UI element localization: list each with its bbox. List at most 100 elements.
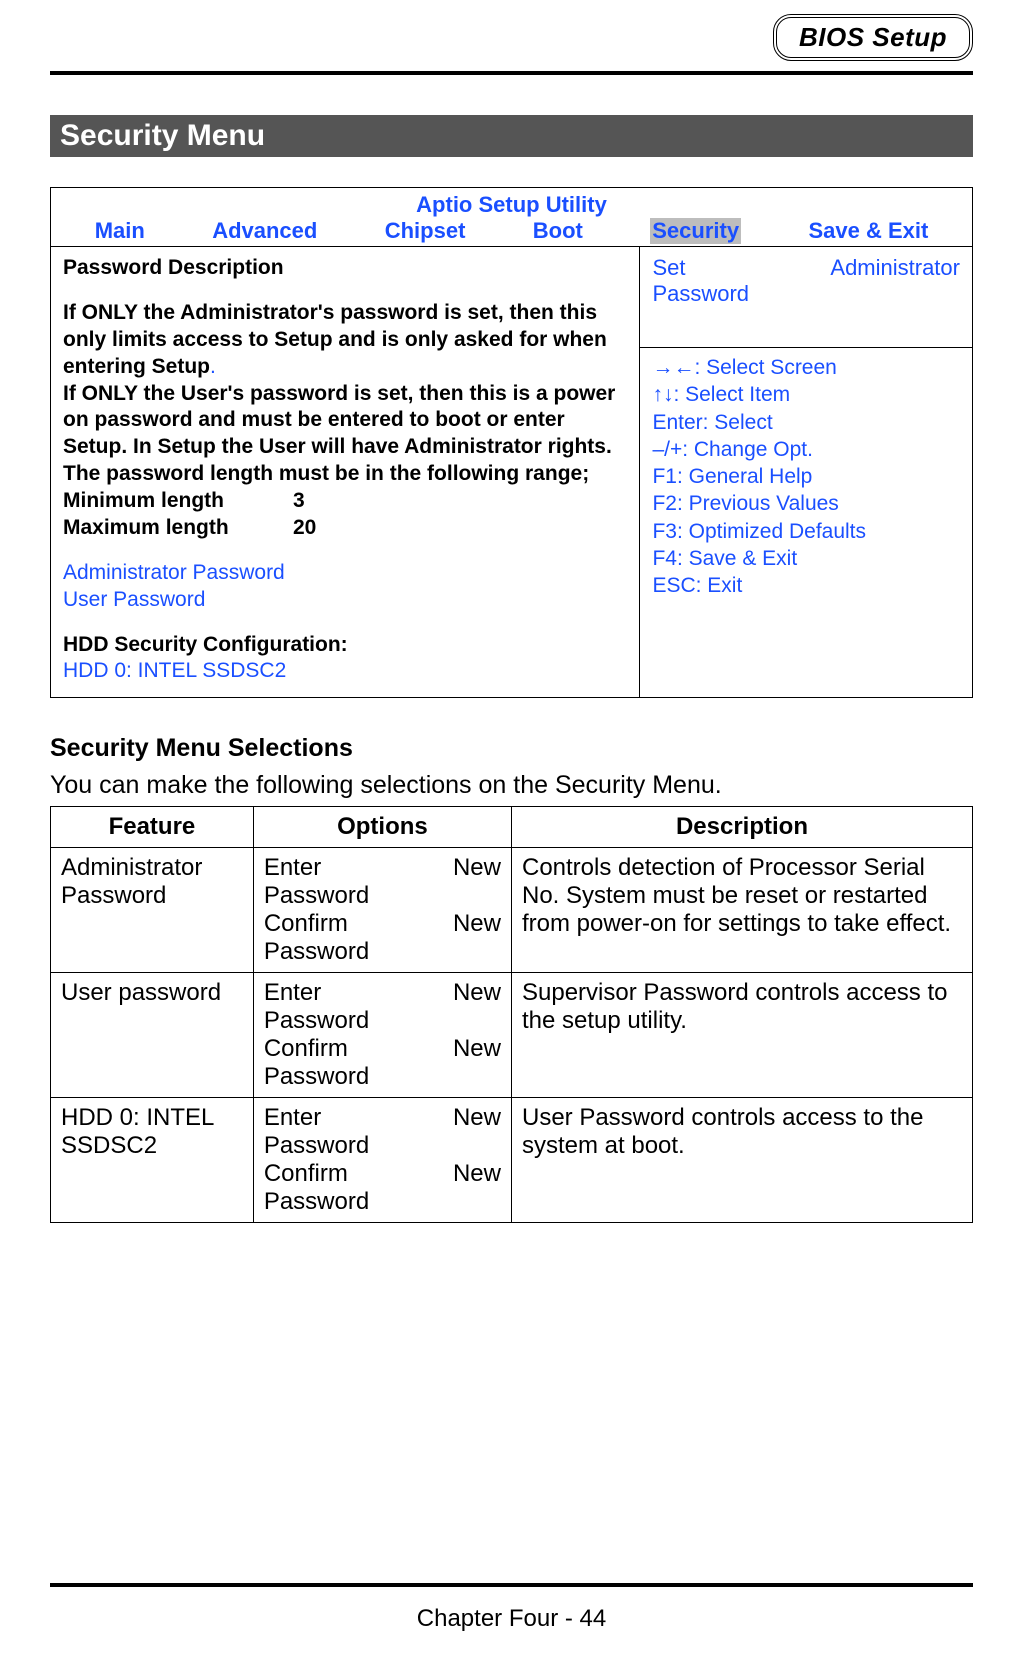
- password-desc-para2: If ONLY the User's password is set, then…: [63, 381, 627, 462]
- min-length-row: Minimum length 3: [63, 488, 627, 515]
- header-row: BIOS Setup: [50, 0, 973, 61]
- user-password-item[interactable]: User Password: [63, 587, 627, 614]
- selections-intro: You can make the following selections on…: [50, 771, 973, 800]
- tab-chipset[interactable]: Chipset: [385, 218, 466, 244]
- min-length-label: Minimum length: [63, 488, 293, 515]
- opt-r: New: [453, 979, 501, 1007]
- bios-tabs: Main Advanced Chipset Boot Security Save…: [51, 218, 972, 247]
- header-badge: BIOS Setup: [773, 14, 973, 61]
- spacer: [63, 542, 627, 560]
- password-desc-para3: The password length must be in the follo…: [63, 461, 627, 488]
- description-cell: Supervisor Password controls access to t…: [511, 973, 972, 1098]
- max-length-label: Maximum length: [63, 515, 293, 542]
- min-length-value: 3: [293, 488, 305, 515]
- opt-l: Password: [264, 1007, 369, 1035]
- help-admin-label: Administrator: [830, 255, 960, 280]
- tab-save-exit[interactable]: Save & Exit: [808, 218, 928, 244]
- help-line-0: →←: Select Screen: [652, 354, 960, 381]
- opt-l: Password: [264, 1132, 369, 1160]
- max-length-value: 20: [293, 515, 316, 542]
- help-context-left: Set Password: [652, 255, 749, 307]
- hdd-item[interactable]: HDD 0: INTEL SSDSC2: [63, 658, 627, 685]
- help-line-6: F3: Optimized Defaults: [652, 518, 960, 545]
- options-cell: Enter New Password Confirm New Password: [253, 973, 511, 1098]
- feature-cell: HDD 0: INTEL SSDSC2: [51, 1098, 254, 1223]
- opt-l: Enter: [264, 979, 321, 1007]
- feature-cell: User password: [51, 973, 254, 1098]
- header-badge-text: BIOS Setup: [799, 22, 947, 52]
- help-line-5: F2: Previous Values: [652, 490, 960, 517]
- bios-left-pane: Password Description If ONLY the Adminis…: [51, 247, 640, 697]
- bios-box: Aptio Setup Utility Main Advanced Chipse…: [50, 187, 973, 698]
- max-length-row: Maximum length 20: [63, 515, 627, 542]
- table-row: Administrator Password Enter New Password…: [51, 848, 973, 973]
- selections-header: Security Menu Selections: [50, 734, 973, 763]
- opt-l: Confirm: [264, 1035, 348, 1063]
- opt-r: New: [453, 854, 501, 882]
- help-line-4: F1: General Help: [652, 463, 960, 490]
- password-desc-para1: If ONLY the Administrator's password is …: [63, 301, 607, 378]
- option-line: Password: [264, 1063, 501, 1091]
- col-options-header: Options: [253, 807, 511, 848]
- bios-help-keys: →←: Select Screen ↑↓: Select Item Enter:…: [640, 348, 972, 697]
- opt-l: Password: [264, 1063, 369, 1091]
- option-line: Password: [264, 1132, 501, 1160]
- selections-table: Feature Options Description Administrato…: [50, 806, 973, 1223]
- footer-divider: [50, 1583, 973, 1587]
- bios-body: Password Description If ONLY the Adminis…: [51, 247, 972, 697]
- table-row: User password Enter New Password Confirm N…: [51, 973, 973, 1098]
- option-line: Confirm New: [264, 1035, 501, 1063]
- opt-r: New: [453, 1104, 501, 1132]
- bios-right-pane: Set Password Administrator →←: Select Sc…: [640, 247, 972, 697]
- footer-text: Chapter Four - 44: [50, 1605, 973, 1633]
- help-line-8: ESC: Exit: [652, 572, 960, 599]
- tab-security[interactable]: Security: [650, 218, 741, 244]
- help-set-label: Set: [652, 255, 685, 280]
- feature-cell: Administrator Password: [51, 848, 254, 973]
- password-description-heading: Password Description: [63, 255, 627, 282]
- help-line-3: –/+: Change Opt.: [652, 436, 960, 463]
- section-title: Security Menu: [50, 115, 973, 157]
- option-line: Password: [264, 1188, 501, 1216]
- opt-l: Password: [264, 882, 369, 910]
- option-line: Enter New: [264, 979, 501, 1007]
- option-line: Password: [264, 938, 501, 966]
- option-line: Password: [264, 882, 501, 910]
- opt-r: New: [453, 1160, 501, 1188]
- option-line: Enter New: [264, 854, 501, 882]
- option-line: EnterNew: [264, 1104, 501, 1132]
- footer: Chapter Four - 44: [50, 1583, 973, 1633]
- col-description-header: Description: [511, 807, 972, 848]
- administrator-password-item[interactable]: Administrator Password: [63, 560, 627, 587]
- table-row: HDD 0: INTEL SSDSC2 EnterNew Password Co…: [51, 1098, 973, 1223]
- option-line: Confirm New: [264, 1160, 501, 1188]
- help-line-7: F4: Save & Exit: [652, 545, 960, 572]
- col-feature-header: Feature: [51, 807, 254, 848]
- description-cell: User Password controls access to the sys…: [511, 1098, 972, 1223]
- bios-title: Aptio Setup Utility: [51, 188, 972, 218]
- spacer: [63, 614, 627, 632]
- help-context-right: Administrator: [830, 255, 960, 307]
- bios-help-context: Set Password Administrator: [640, 247, 972, 348]
- hdd-security-heading: HDD Security Configuration:: [63, 632, 627, 659]
- opt-l: Confirm: [264, 1160, 348, 1188]
- tab-main[interactable]: Main: [95, 218, 145, 244]
- period-blue: .: [210, 355, 216, 378]
- options-cell: EnterNew Password Confirm New Password: [253, 1098, 511, 1223]
- opt-l: Password: [264, 938, 369, 966]
- opt-l: Password: [264, 1188, 369, 1216]
- description-cell: Controls detection of Processor Serial N…: [511, 848, 972, 973]
- tab-boot[interactable]: Boot: [533, 218, 583, 244]
- tab-advanced[interactable]: Advanced: [212, 218, 317, 244]
- option-line: Password: [264, 1007, 501, 1035]
- page: BIOS Setup Security Menu Aptio Setup Uti…: [0, 0, 1023, 1659]
- spacer: [63, 282, 627, 300]
- opt-l: Enter: [264, 854, 321, 882]
- option-line: ConfirmNew: [264, 910, 501, 938]
- header-divider: [50, 71, 973, 75]
- options-cell: Enter New Password ConfirmNew Password: [253, 848, 511, 973]
- help-password-label: Password: [652, 281, 749, 306]
- opt-r: New: [453, 1035, 501, 1063]
- help-line-1: ↑↓: Select Item: [652, 381, 960, 408]
- help-line-2: Enter: Select: [652, 409, 960, 436]
